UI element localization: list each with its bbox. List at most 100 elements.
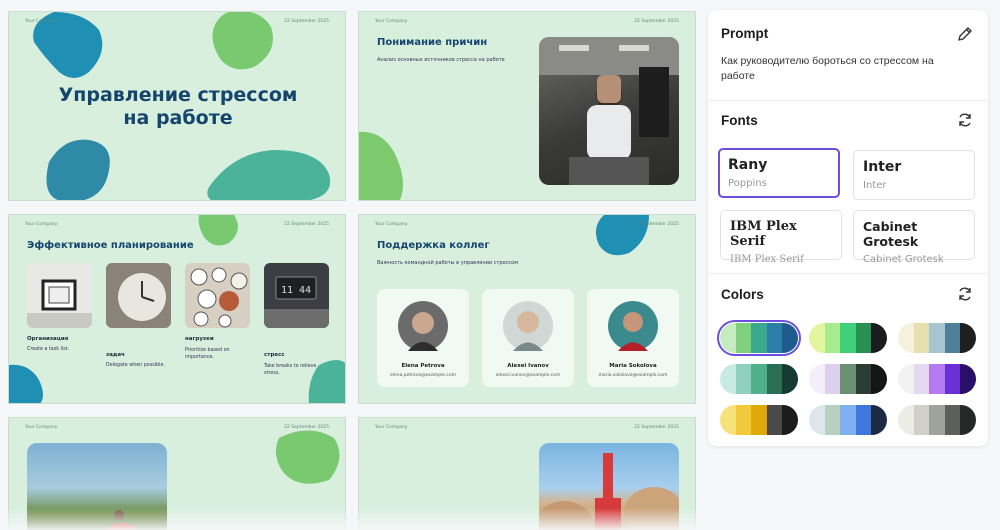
slide-thumbnail-2[interactable]: Your Company 22 September 2025 Понимание… — [358, 11, 696, 201]
divider — [708, 273, 988, 274]
person-name: Elena Petrova — [401, 363, 445, 369]
person-name: Alexei Ivanov — [507, 363, 549, 369]
palette-swatch — [929, 405, 945, 435]
person-card: Elena Petrova elena.petrova@example.com — [377, 289, 469, 387]
palette-swatch — [735, 364, 752, 394]
item-label: стресс — [264, 352, 285, 358]
slide-title: Управление стрессом на работе — [58, 84, 298, 129]
palette-swatch — [751, 323, 767, 353]
company-name: Your Company — [25, 222, 58, 227]
color-palette-option[interactable] — [898, 405, 976, 435]
palette-swatch — [944, 364, 961, 394]
color-palette-option[interactable] — [898, 323, 976, 353]
font-secondary: Cabinet Grotesk — [863, 254, 944, 265]
palette-swatch — [809, 405, 825, 435]
palette-swatch — [735, 323, 752, 353]
palette-swatch — [824, 323, 841, 353]
font-option-ibm-plex-serif[interactable]: IBM Plex Serif IBM Plex Serif — [720, 210, 842, 265]
palette-swatch — [871, 364, 887, 394]
palette-swatch — [735, 405, 752, 435]
palette-swatch — [944, 405, 961, 435]
palette-swatch — [720, 364, 736, 394]
palette-swatch — [913, 405, 930, 435]
palette-swatch — [809, 323, 825, 353]
palette-swatch — [782, 364, 798, 394]
font-secondary: Poppins — [728, 178, 767, 189]
person-email: elena.petrova@example.com — [389, 373, 457, 378]
svg-text:11 44: 11 44 — [281, 285, 311, 296]
avatar — [398, 301, 448, 351]
stressed-person-photo — [539, 37, 679, 185]
slide-date: 22 September 2025 — [284, 222, 329, 227]
palette-swatch — [898, 364, 914, 394]
slide-date: 22 September 2025 — [634, 425, 679, 430]
slide-thumbnail-1[interactable]: Your Company 22 September 2025 Управлени… — [8, 11, 346, 201]
palette-swatch — [766, 364, 783, 394]
palette-swatch — [824, 364, 841, 394]
font-option-rany[interactable]: Rany Poppins — [718, 148, 840, 198]
person-card: Alexei Ivanov alexei.ivanov@example.com — [482, 289, 574, 387]
person-email: maria.sokolova@example.com — [598, 373, 668, 378]
company-name: Your Company — [375, 425, 408, 430]
palette-swatch — [855, 405, 872, 435]
palette-swatch — [898, 405, 914, 435]
item-desc: Create a task list. — [27, 347, 70, 352]
many-clocks-photo — [185, 263, 250, 328]
font-name: IBM Plex Serif — [730, 219, 797, 249]
slide-thumbnail-4[interactable]: Your Company 22 September 2025 Поддержка… — [358, 214, 696, 404]
color-palette-option[interactable] — [809, 323, 887, 353]
desk-clock-photo: 11 44 — [264, 263, 329, 328]
font-name: Inter — [863, 159, 902, 175]
person-name: Maria Sokolova — [609, 363, 657, 369]
pencil-icon[interactable] — [956, 25, 974, 43]
palette-swatch — [766, 323, 783, 353]
item-label: нагрузки — [185, 336, 214, 342]
company-name: Your Company — [375, 19, 408, 24]
avatar — [503, 301, 553, 351]
palette-swatch — [824, 405, 841, 435]
item-label: Организация — [27, 336, 69, 342]
slide-date: 22 September 2025 — [634, 19, 679, 24]
company-name: Your Company — [25, 425, 58, 430]
palette-swatch — [751, 364, 767, 394]
palette-swatch — [720, 323, 736, 353]
palette-swatch — [782, 323, 798, 353]
item-desc: Take breaks to relieve stress. — [264, 364, 317, 376]
color-palette-option[interactable] — [720, 364, 798, 394]
slide-date: 22 September 2025 — [284, 19, 329, 24]
font-name: Rany — [728, 157, 768, 173]
company-name: Your Company — [25, 19, 58, 24]
refresh-icon[interactable] — [956, 111, 974, 129]
palette-swatch — [720, 405, 736, 435]
palette-swatch — [929, 364, 945, 394]
color-palette-option[interactable] — [898, 364, 976, 394]
slide-title: Эффективное планирование — [27, 240, 194, 251]
fonts-heading: Fonts — [721, 113, 758, 128]
palette-swatch — [944, 323, 961, 353]
palette-swatch — [840, 364, 856, 394]
color-palette-option[interactable] — [717, 320, 801, 356]
color-palette-option[interactable] — [809, 364, 887, 394]
prompt-text[interactable]: Как руководителю бороться со стрессом на… — [721, 54, 961, 84]
company-name: Your Company — [375, 222, 408, 227]
font-name: Cabinet Grotesk — [863, 219, 919, 249]
slide-thumbnail-3[interactable]: Your Company 22 September 2025 Эффективн… — [8, 214, 346, 404]
person-email: alexei.ivanov@example.com — [495, 373, 561, 378]
slide-subtitle: Важность командной работы в управлении с… — [377, 260, 518, 266]
clock-photo — [27, 263, 92, 328]
font-option-cabinet-grotesk[interactable]: Cabinet Grotesk Cabinet Grotesk — [853, 210, 975, 265]
font-option-inter[interactable]: Inter Inter — [853, 150, 975, 200]
palette-swatch — [929, 323, 945, 353]
color-palette-option[interactable] — [809, 405, 887, 435]
color-palette-option[interactable] — [720, 405, 798, 435]
palette-swatch — [960, 323, 976, 353]
palette-swatch — [871, 405, 887, 435]
font-secondary: Inter — [863, 180, 887, 191]
item-desc: Delegate when possible. — [106, 363, 165, 368]
refresh-icon[interactable] — [956, 285, 974, 303]
slide-subtitle: Анализ основных источников стресса на ра… — [377, 57, 505, 63]
palette-swatch — [751, 405, 767, 435]
person-card: Maria Sokolova maria.sokolova@example.co… — [587, 289, 679, 387]
slide-title: Понимание причин — [377, 37, 488, 48]
bottom-fade — [0, 508, 1000, 530]
